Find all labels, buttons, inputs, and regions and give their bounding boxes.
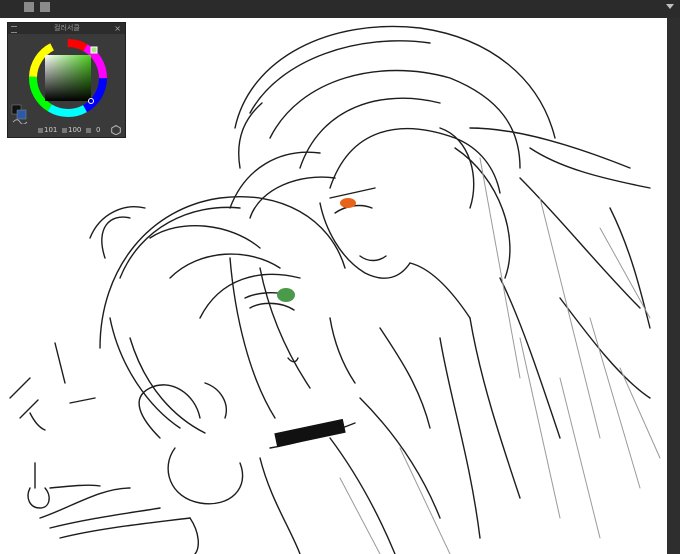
orange-eye [340, 198, 356, 208]
value-icon [86, 127, 91, 133]
choker-band [274, 418, 346, 448]
layout-icon[interactable] [40, 2, 50, 12]
saturation-readout[interactable]: 100 [62, 125, 81, 135]
chevron-down-icon[interactable] [666, 4, 674, 9]
saturation-icon [62, 127, 67, 133]
hue-marker[interactable] [90, 46, 98, 54]
hue-readout[interactable]: 101 [38, 125, 57, 135]
hue-icon [38, 127, 43, 133]
canvas-scrollbar[interactable] [667, 18, 680, 554]
window-icon[interactable] [24, 2, 34, 12]
saturation-value-box[interactable] [45, 55, 91, 101]
green-eye [277, 288, 295, 302]
close-icon[interactable]: × [114, 23, 121, 34]
settings-hex-icon[interactable] [111, 125, 121, 135]
color-circle-panel: 컬러서클 × 101 100 0 [7, 22, 126, 138]
color-wheel[interactable] [8, 34, 125, 124]
panel-title: 컬러서클 [54, 24, 80, 32]
panel-titlebar[interactable]: 컬러서클 × [8, 23, 125, 34]
sub-color-swatch[interactable] [16, 109, 27, 120]
value-readout[interactable]: 0 [86, 125, 100, 135]
app-topbar [0, 0, 680, 19]
menu-icon[interactable] [11, 26, 17, 33]
transparent-color-icon[interactable] [12, 119, 28, 124]
